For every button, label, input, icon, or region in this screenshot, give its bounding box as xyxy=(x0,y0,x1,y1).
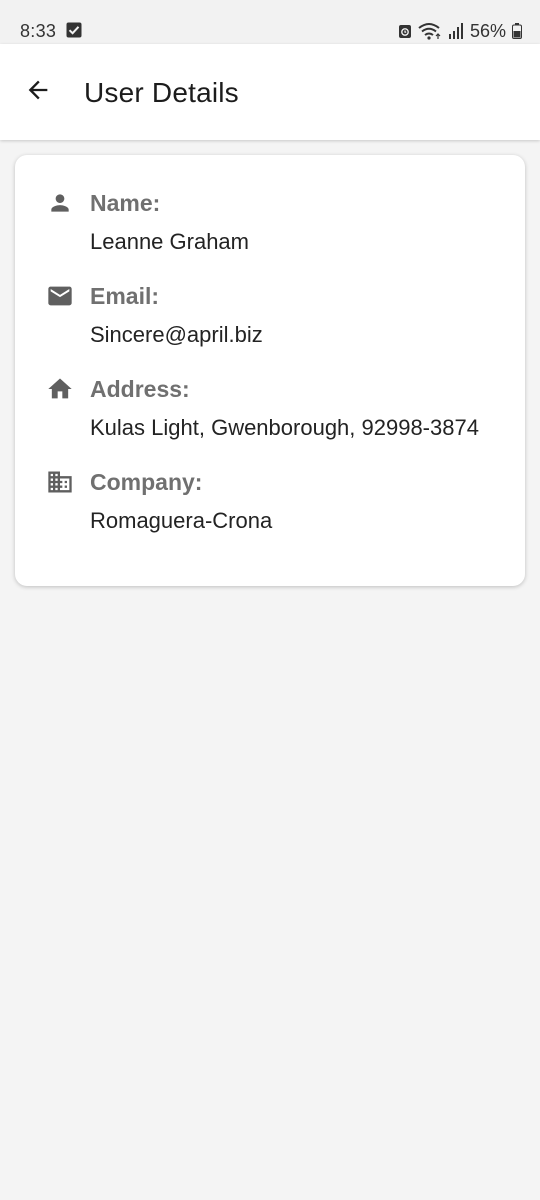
battery-percent: 56% xyxy=(469,20,506,41)
name-field: Name: Leanne Graham xyxy=(15,155,525,254)
email-field: Email: Sincere@april.biz xyxy=(15,248,525,347)
email-label: Email: xyxy=(90,283,160,309)
alarm-icon xyxy=(398,23,412,39)
company-label: Company: xyxy=(90,469,203,495)
status-time: 8:33 xyxy=(20,21,57,41)
email-icon xyxy=(45,281,75,311)
company-value: Romaguera-Crona xyxy=(90,508,273,533)
battery-icon xyxy=(512,23,522,39)
user-details-card: Name: Leanne Graham Email: Sincere@april… xyxy=(15,155,525,586)
page-title: User Details xyxy=(84,77,239,108)
address-field: Address: Kulas Light, Gwenborough, 92998… xyxy=(15,341,525,440)
home-icon xyxy=(45,374,75,404)
arrow-back-icon xyxy=(24,76,52,109)
person-icon xyxy=(45,188,75,218)
task-checkbox-icon xyxy=(66,22,82,38)
company-field: Company: Romaguera-Crona xyxy=(15,434,525,533)
signal-icon xyxy=(448,23,464,39)
app-bar: User Details xyxy=(0,44,540,140)
business-icon xyxy=(45,467,75,497)
name-label: Name: xyxy=(90,190,161,216)
address-label: Address: xyxy=(90,376,190,402)
status-indicators: 56% xyxy=(398,20,522,42)
wifi-icon xyxy=(418,22,442,40)
status-bar: 8:33 56% xyxy=(0,0,540,44)
back-button[interactable] xyxy=(14,68,62,116)
